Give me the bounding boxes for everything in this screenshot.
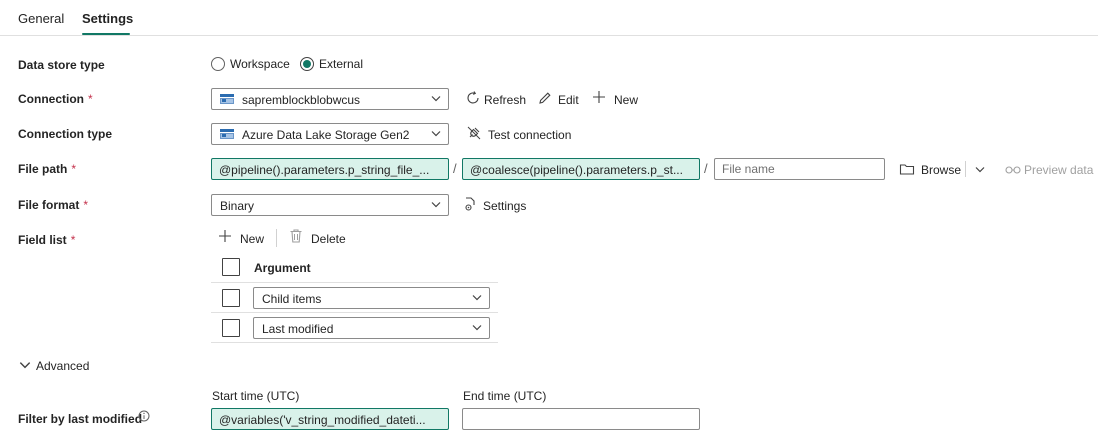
info-icon[interactable]: [138, 410, 150, 422]
file-path-directory-field[interactable]: @coalesce(pipeline().parameters.p_st...: [462, 158, 700, 180]
document-gear-icon: [465, 197, 475, 211]
connection-value: sapremblockblobwcus: [242, 93, 361, 107]
file-format-value: Binary: [220, 199, 255, 213]
data-store-type-label: Data store type: [18, 58, 105, 72]
trash-icon: [290, 229, 302, 243]
path-separator: /: [704, 161, 708, 176]
advanced-toggle[interactable]: Advanced: [18, 358, 98, 374]
argument-value: Child items: [262, 292, 322, 306]
filter-by-last-modified-label: Filter by last modified: [18, 412, 143, 426]
chevron-down-icon[interactable]: [973, 163, 987, 175]
row-divider: [211, 342, 498, 343]
tab-settings[interactable]: Settings: [82, 11, 133, 26]
format-settings-button[interactable]: Settings: [462, 196, 532, 214]
start-time-value: @variables('v_string_modified_dateti...: [219, 413, 426, 427]
end-time-input[interactable]: [462, 408, 700, 430]
file-path-container-field[interactable]: @pipeline().parameters.p_string_file_...: [211, 158, 449, 180]
chevron-down-icon: [472, 325, 482, 331]
argument-value: Last modified: [262, 322, 334, 336]
advanced-label: Advanced: [36, 359, 90, 373]
glasses-icon: [1005, 166, 1021, 174]
start-time-field[interactable]: @variables('v_string_modified_dateti...: [211, 408, 449, 430]
edit-label: Edit: [558, 93, 579, 107]
test-connection-label: Test connection: [488, 128, 572, 142]
argument-dropdown[interactable]: Last modified: [253, 317, 490, 339]
plus-icon: [593, 91, 605, 103]
argument-column-header: Argument: [254, 261, 311, 275]
required-marker: *: [71, 162, 77, 176]
radio-workspace[interactable]: [211, 57, 225, 71]
file-path-label: File path *: [18, 162, 77, 176]
tab-bar: General Settings: [0, 0, 1098, 36]
chevron-down-icon: [431, 202, 441, 208]
start-time-label: Start time (UTC): [212, 389, 300, 403]
divider: [276, 229, 277, 247]
preview-data-button[interactable]: Preview data: [1004, 161, 1094, 179]
connection-label: Connection *: [18, 92, 93, 106]
connection-type-dropdown[interactable]: Azure Data Lake Storage Gen2: [211, 123, 449, 145]
path-separator: /: [453, 161, 457, 176]
storage-icon: [220, 129, 234, 139]
field-list-new-button[interactable]: New: [217, 228, 267, 246]
file-path-directory-value: @coalesce(pipeline().parameters.p_st...: [470, 163, 683, 177]
plus-icon: [219, 230, 231, 242]
edit-button[interactable]: Edit: [537, 90, 581, 108]
connection-type-label: Connection type: [18, 127, 113, 141]
field-list-delete-button[interactable]: Delete: [289, 228, 349, 246]
required-marker: *: [88, 92, 93, 106]
field-list-label: Field list *: [18, 233, 76, 247]
required-marker: *: [70, 233, 76, 247]
plug-icon: [467, 126, 481, 140]
refresh-button[interactable]: Refresh: [465, 90, 527, 108]
row-divider: [211, 312, 498, 313]
field-list-new-label: New: [240, 232, 265, 246]
tab-general[interactable]: General: [18, 11, 64, 26]
required-marker: *: [83, 198, 89, 212]
chevron-down-icon: [472, 295, 482, 301]
row-divider: [211, 282, 498, 283]
preview-data-label: Preview data: [1024, 163, 1094, 177]
radio-external-label[interactable]: External: [319, 57, 363, 71]
browse-button[interactable]: Browse: [899, 161, 962, 179]
divider: [965, 161, 966, 177]
radio-workspace-label[interactable]: Workspace: [230, 57, 290, 71]
connection-dropdown[interactable]: sapremblockblobwcus: [211, 88, 449, 110]
pencil-icon: [539, 92, 551, 104]
row-checkbox[interactable]: [222, 289, 240, 307]
refresh-icon: [467, 91, 479, 104]
new-connection-button[interactable]: New: [591, 89, 641, 107]
file-path-container-value: @pipeline().parameters.p_string_file_...: [219, 163, 430, 177]
chevron-down-icon: [431, 131, 441, 137]
argument-dropdown[interactable]: Child items: [253, 287, 490, 309]
browse-label: Browse: [921, 163, 962, 177]
chevron-down-icon: [19, 362, 31, 369]
folder-icon: [899, 164, 915, 175]
new-connection-label: New: [614, 93, 639, 107]
row-checkbox[interactable]: [222, 319, 240, 337]
select-all-checkbox[interactable]: [222, 258, 240, 276]
file-format-label: File format *: [18, 198, 89, 212]
format-settings-label: Settings: [483, 199, 527, 213]
end-time-label: End time (UTC): [463, 389, 547, 403]
field-list-delete-label: Delete: [311, 232, 346, 246]
connection-type-value: Azure Data Lake Storage Gen2: [242, 128, 410, 142]
file-name-input[interactable]: [714, 158, 885, 180]
chevron-down-icon: [431, 96, 441, 102]
refresh-label: Refresh: [484, 93, 527, 107]
file-format-dropdown[interactable]: Binary: [211, 194, 449, 216]
storage-icon: [220, 94, 234, 104]
test-connection-button[interactable]: Test connection: [466, 125, 576, 143]
tab-active-indicator: [82, 33, 130, 35]
radio-external[interactable]: [300, 57, 314, 71]
